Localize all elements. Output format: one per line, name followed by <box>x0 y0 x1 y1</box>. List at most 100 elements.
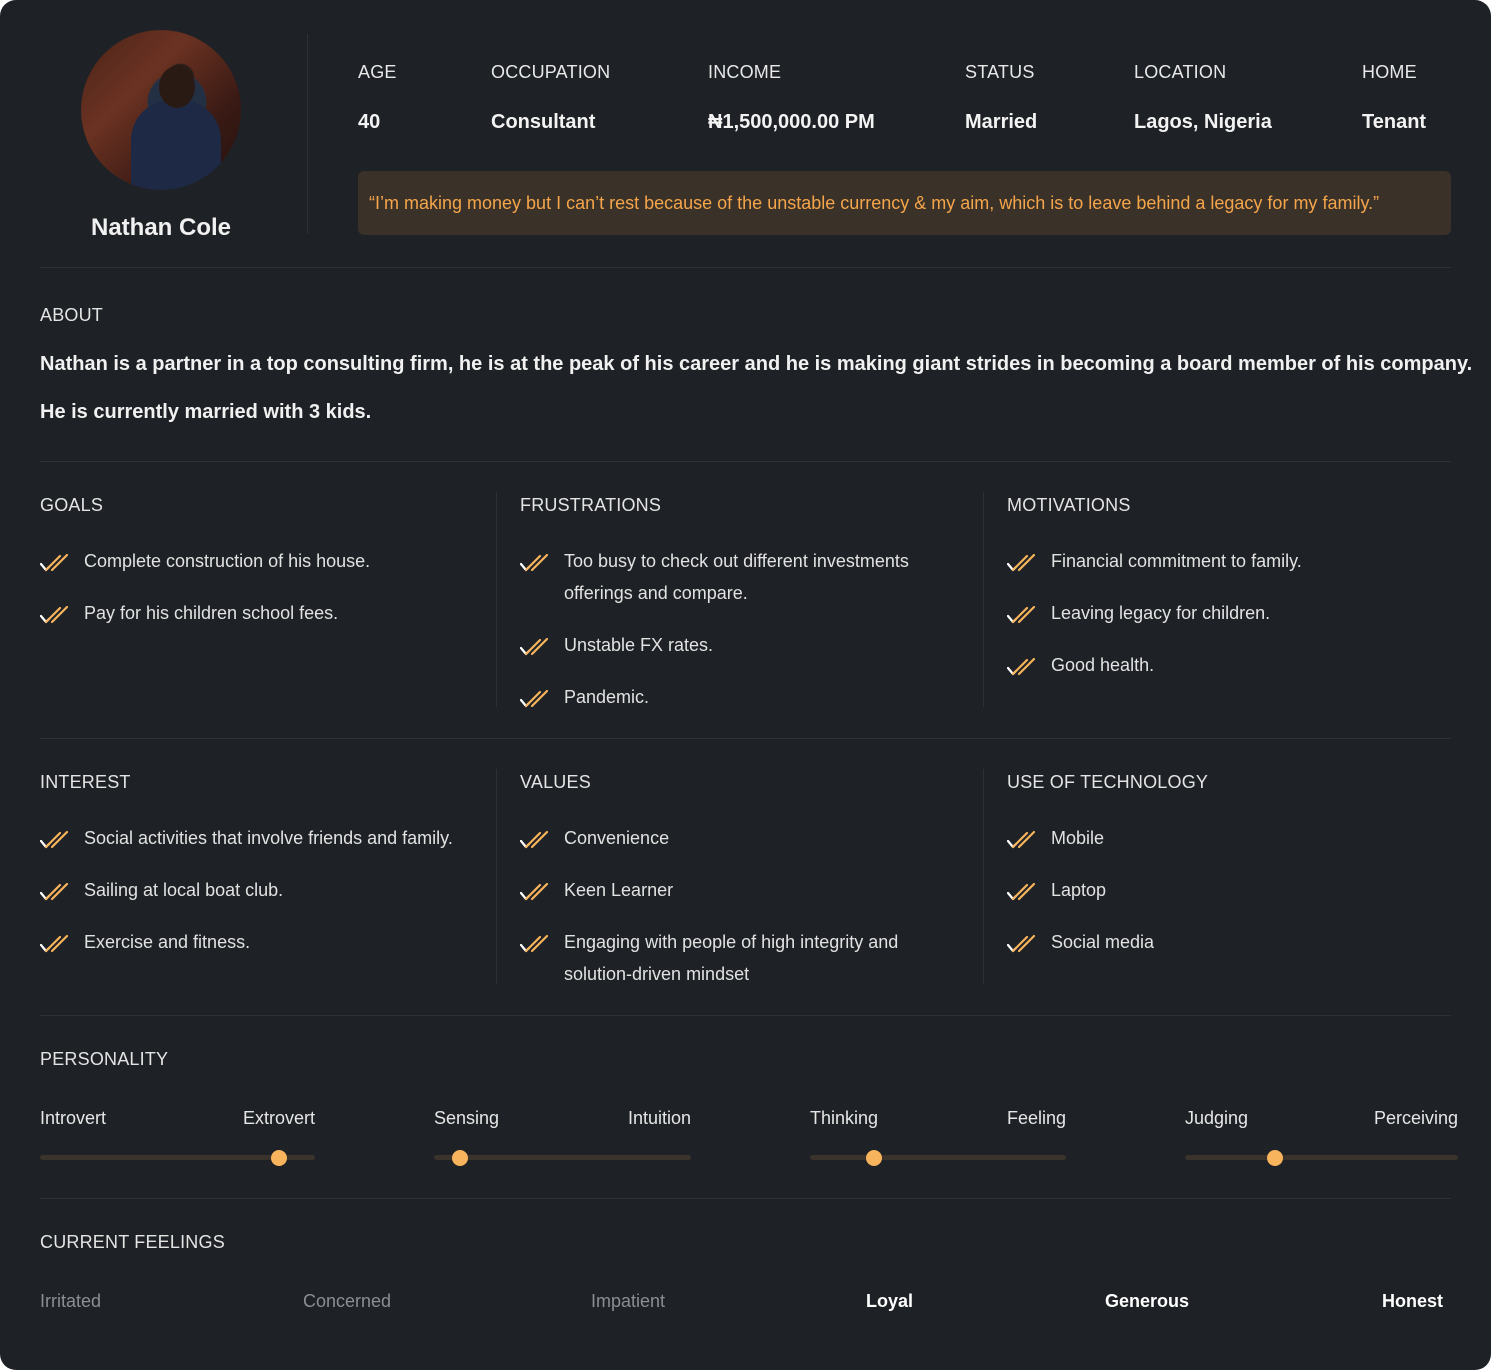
trait-slider-handle[interactable] <box>1267 1150 1284 1166</box>
stat-value: Lagos, Nigeria <box>1134 111 1272 133</box>
list-item-text: Social activities that involve friends a… <box>84 828 453 848</box>
list-item: Keen Learner <box>519 874 940 906</box>
list-item: Leaving legacy for children. <box>1006 597 1447 629</box>
avatar <box>81 30 241 190</box>
double-check-icon <box>39 880 72 901</box>
persona-card: Nathan Cole AGE 40 OCCUPATION Consultant… <box>0 0 1491 1370</box>
list-item-text: Pandemic. <box>564 687 650 707</box>
trait-judging-perceiving: Judging Perceiving <box>1185 1108 1458 1168</box>
trait-right-label: Extrovert <box>242 1108 315 1128</box>
list-item-text: Convenience <box>564 828 670 848</box>
trait-right-label: Intuition <box>627 1108 691 1128</box>
list-item: Social activities that involve friends a… <box>39 822 490 854</box>
trait-left-label: Thinking <box>810 1108 879 1128</box>
list-item-text: Financial commitment to family. <box>1051 551 1302 571</box>
list-item: Complete construction of his house. <box>39 545 480 577</box>
feeling-generous: Generous <box>1105 1291 1190 1311</box>
trait-slider-handle[interactable] <box>451 1150 468 1166</box>
list-item-text: Sailing at local boat club. <box>84 880 284 900</box>
double-check-icon <box>519 635 552 656</box>
list-item-text: Complete construction of his house. <box>84 551 371 571</box>
list-item-text: Mobile <box>1051 828 1105 848</box>
list-item: Mobile <box>1006 822 1447 854</box>
list-item: Exercise and fitness. <box>39 926 490 958</box>
list-item: Sailing at local boat club. <box>39 874 490 906</box>
double-check-icon <box>1006 551 1039 572</box>
stat-value: Married <box>965 111 1038 133</box>
stat-label: STATUS <box>965 62 1035 82</box>
list-item: Unstable FX rates. <box>519 629 940 661</box>
list-item: Pay for his children school fees. <box>39 597 480 629</box>
feeling-irritated: Irritated <box>40 1291 102 1311</box>
column-divider <box>983 492 984 707</box>
list-item-text: Leaving legacy for children. <box>1051 603 1271 623</box>
trait-slider-handle[interactable] <box>866 1150 882 1166</box>
stat-location: LOCATION Lagos, Nigeria <box>1134 62 1272 134</box>
feeling-impatient: Impatient <box>591 1291 666 1311</box>
trait-sensing-intuition: Sensing Intuition <box>434 1108 691 1168</box>
list-item: Social media <box>1006 926 1447 958</box>
double-check-icon <box>1006 655 1039 676</box>
technology-list: Mobile Laptop Social media <box>1006 822 1447 978</box>
list-item-text: Too busy to check out different investme… <box>564 551 909 603</box>
section-divider <box>40 461 1451 462</box>
double-check-icon <box>519 880 552 901</box>
section-divider <box>40 1015 1451 1016</box>
stat-value: Tenant <box>1362 111 1427 133</box>
about-text: He is currently married with 3 kids. <box>40 401 372 423</box>
interest-title: INTEREST <box>40 772 131 792</box>
list-item-text: Unstable FX rates. <box>564 635 714 655</box>
list-item: Laptop <box>1006 874 1447 906</box>
feeling-concerned: Concerned <box>303 1291 392 1311</box>
double-check-icon <box>39 551 72 572</box>
trait-left-label: Sensing <box>434 1108 500 1128</box>
trait-slider-track[interactable] <box>1185 1155 1458 1160</box>
trait-slider-handle[interactable] <box>271 1150 288 1166</box>
double-check-icon <box>519 551 552 572</box>
trait-thinking-feeling: Thinking Feeling <box>810 1108 1066 1168</box>
stats-row: AGE 40 OCCUPATION Consultant INCOME ₦1,5… <box>358 62 1451 142</box>
trait-slider-track[interactable] <box>434 1155 691 1160</box>
trait-right-label: Feeling <box>1006 1108 1066 1128</box>
goals-list: Complete construction of his house. Pay f… <box>39 545 480 649</box>
section-divider <box>40 738 1451 739</box>
profile: Nathan Cole <box>40 30 282 242</box>
double-check-icon <box>519 828 552 849</box>
list-item-text: Good health. <box>1051 655 1155 675</box>
column-divider <box>983 769 984 984</box>
stat-income: INCOME ₦1,500,000.00 PM <box>708 62 875 134</box>
double-check-icon <box>39 932 72 953</box>
list-item: Financial commitment to family. <box>1006 545 1447 577</box>
column-divider <box>496 492 497 707</box>
list-item-text: Social media <box>1051 932 1155 952</box>
section-divider <box>40 1198 1451 1199</box>
stat-label: AGE <box>358 62 397 82</box>
double-check-icon <box>1006 880 1039 901</box>
double-check-icon <box>1006 932 1039 953</box>
stat-label: INCOME <box>708 62 782 82</box>
stat-home: HOME Tenant <box>1362 62 1426 134</box>
feelings-title: CURRENT FEELINGS <box>40 1232 225 1252</box>
list-item: Too busy to check out different investme… <box>519 545 940 609</box>
column-divider <box>496 769 497 984</box>
trait-slider-track[interactable] <box>810 1155 1066 1160</box>
trait-right-label: Perceiving <box>1373 1108 1458 1128</box>
values-list: Convenience Keen Learner Engaging with peo… <box>519 822 940 1010</box>
double-check-icon <box>1006 603 1039 624</box>
list-item-text: Engaging with people of high integrity a… <box>564 932 899 984</box>
interest-list: Social activities that involve friends a… <box>39 822 490 978</box>
feeling-honest: Honest <box>1382 1291 1444 1311</box>
profile-name: Nathan Cole <box>90 214 231 241</box>
motivations-list: Financial commitment to family. Leaving l… <box>1006 545 1447 701</box>
frustrations-list: Too busy to check out different investme… <box>519 545 940 733</box>
persona-quote: “I’m making money but I can’t rest becau… <box>358 171 1451 235</box>
technology-title: USE OF TECHNOLOGY <box>1007 772 1209 792</box>
stat-age: AGE 40 <box>358 62 397 134</box>
list-item: Pandemic. <box>519 681 940 713</box>
list-item: Convenience <box>519 822 940 854</box>
list-item-text: Laptop <box>1051 880 1107 900</box>
list-item-text: Keen Learner <box>564 880 674 900</box>
stat-value: 40 <box>358 111 381 133</box>
section-divider <box>40 267 1451 268</box>
list-item-text: Pay for his children school fees. <box>84 603 339 623</box>
